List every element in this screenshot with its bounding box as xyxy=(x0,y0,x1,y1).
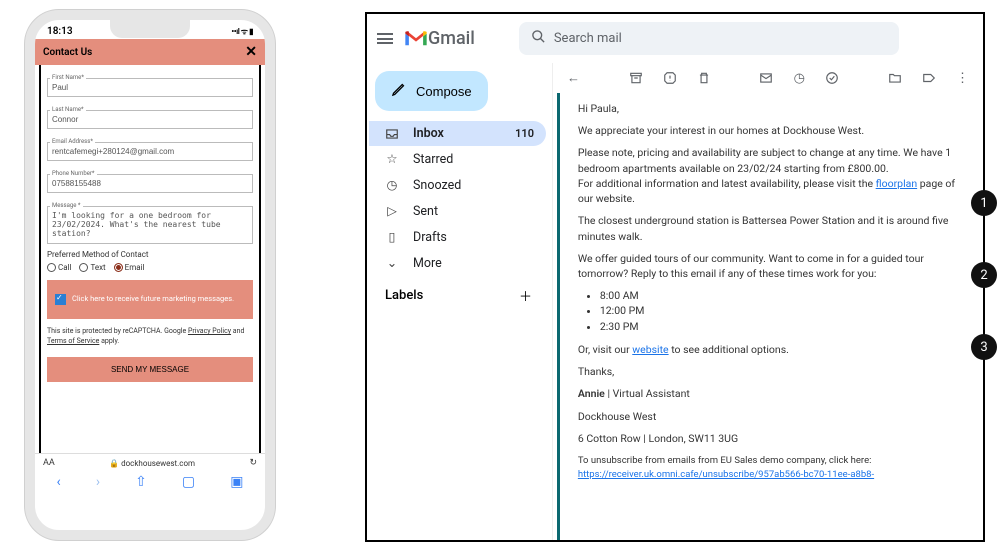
email-p3: The closest underground station is Batte… xyxy=(578,213,969,243)
privacy-policy-link[interactable]: Privacy Policy xyxy=(188,327,231,335)
recaptcha-notice: This site is protected by reCAPTCHA. Goo… xyxy=(47,327,253,347)
gmail-sidebar: Compose Inbox 110 ☆ Starred ◷ Snoozed ▷ … xyxy=(367,63,552,540)
inbox-icon xyxy=(385,127,399,141)
callout-badge-2: 2 xyxy=(971,262,997,288)
phone-label: Phone Number* xyxy=(50,170,97,177)
status-indicators: ••ıl ᯤ ▮ xyxy=(231,26,253,37)
add-task-icon[interactable] xyxy=(825,71,839,85)
radio-text[interactable]: Text xyxy=(79,263,105,272)
tos-link[interactable]: Terms of Service xyxy=(47,337,99,345)
unsubscribe-link[interactable]: https://receiver.uk.omni.cafe/unsubscrib… xyxy=(578,469,874,480)
message-toolbar: ← ◷ ⋮ xyxy=(553,63,983,93)
list-item: 2:30 PM xyxy=(600,319,969,334)
status-time: 18:13 xyxy=(47,26,73,37)
marketing-optin[interactable]: Click here to receive future marketing m… xyxy=(47,280,253,319)
gmail-logo: Gmail xyxy=(405,28,475,49)
contact-titlebar: Contact Us ✕ xyxy=(35,39,265,65)
plus-icon[interactable]: ＋ xyxy=(519,286,532,305)
hamburger-icon[interactable] xyxy=(377,31,393,47)
optin-label: Click here to receive future marketing m… xyxy=(72,294,234,305)
email-thanks: Thanks, xyxy=(578,364,969,379)
sidebar-item-inbox[interactable]: Inbox 110 xyxy=(369,121,546,146)
reload-icon[interactable]: ↻ xyxy=(249,458,257,468)
close-icon[interactable]: ✕ xyxy=(245,44,257,60)
back-arrow-icon[interactable]: ← xyxy=(567,71,580,85)
lock-icon: 🔒 xyxy=(109,459,119,468)
email-p4: We offer guided tours of our community. … xyxy=(578,251,969,281)
contact-form: First Name* Last Name* Email Address* Ph… xyxy=(39,65,261,453)
label-icon[interactable] xyxy=(922,71,936,85)
radio-email[interactable]: Email xyxy=(114,263,145,272)
forward-icon[interactable]: › xyxy=(96,474,100,490)
pencil-icon xyxy=(391,82,406,100)
list-item: 12:00 PM xyxy=(600,303,969,318)
sidebar-item-more[interactable]: ⌄ More xyxy=(369,250,546,276)
share-icon[interactable]: ⇧ xyxy=(135,474,147,490)
gmail-window: Gmail Search mail Compose Inbox 110 ☆ St… xyxy=(365,12,985,542)
chevron-down-icon: ⌄ xyxy=(385,255,399,271)
star-icon: ☆ xyxy=(385,151,399,167)
email-body: Hi Paula, We appreciate your interest in… xyxy=(560,93,983,540)
email-p2: Please note, pricing and availability ar… xyxy=(578,145,969,206)
safari-bottom-nav: ‹ › ⇧ ▢ ▣ xyxy=(35,470,265,494)
sidebar-item-drafts[interactable]: ▯ Drafts xyxy=(369,224,546,250)
inbox-count: 110 xyxy=(515,127,534,140)
list-item: 8:00 AM xyxy=(600,288,969,303)
sidebar-item-snoozed[interactable]: ◷ Snoozed xyxy=(369,172,546,198)
sidebar-item-sent[interactable]: ▷ Sent xyxy=(369,198,546,224)
sidebar-item-starred[interactable]: ☆ Starred xyxy=(369,146,546,172)
tabs-icon[interactable]: ▣ xyxy=(230,474,243,490)
drafts-icon: ▯ xyxy=(385,229,399,245)
search-placeholder: Search mail xyxy=(554,31,622,46)
delete-icon[interactable] xyxy=(697,71,711,85)
callout-badge-3: 3 xyxy=(971,334,997,360)
text-size-button[interactable]: AA xyxy=(43,458,55,468)
gmail-header: Gmail Search mail xyxy=(367,14,983,63)
radio-call[interactable]: Call xyxy=(47,263,71,272)
gmail-main: ← ◷ ⋮ Hi Paula, We appreciate your inter… xyxy=(552,63,983,540)
email-signature: Annie | Virtual Assistant Dockhouse West… xyxy=(578,386,969,446)
more-icon[interactable]: ⋮ xyxy=(956,71,969,85)
email-p1: We appreciate your interest in our homes… xyxy=(578,123,969,138)
unsubscribe-text: To unsubscribe from emails from EU Sales… xyxy=(578,454,969,482)
move-icon[interactable] xyxy=(888,71,902,85)
email-greeting: Hi Paula, xyxy=(578,101,969,116)
sent-icon: ▷ xyxy=(385,203,399,219)
website-link[interactable]: website xyxy=(632,343,668,356)
bookmarks-icon[interactable]: ▢ xyxy=(182,474,195,490)
spam-icon[interactable] xyxy=(663,71,677,85)
floorplan-link[interactable]: floorplan xyxy=(876,177,917,190)
phone-notch xyxy=(110,20,190,38)
search-input[interactable]: Search mail xyxy=(519,22,899,55)
checkbox-icon[interactable] xyxy=(55,294,66,305)
callout-badge-1: 1 xyxy=(971,190,997,216)
last-name-label: Last Name* xyxy=(50,106,86,113)
compose-button[interactable]: Compose xyxy=(375,71,488,111)
safari-url-bar: AA 🔒 dockhousewest.com ↻ xyxy=(35,453,265,470)
gmail-m-icon xyxy=(405,31,427,47)
phone-mockup: 18:13 ••ıl ᯤ ▮ Contact Us ✕ First Name* … xyxy=(25,10,275,540)
first-name-label: First Name* xyxy=(50,74,86,81)
send-message-button[interactable]: SEND MY MESSAGE xyxy=(47,357,253,382)
contact-title: Contact Us xyxy=(43,47,92,58)
labels-header[interactable]: Labels ＋ xyxy=(369,276,546,305)
message-label: Message * xyxy=(50,202,83,209)
email-p5: Or, visit our website to see additional … xyxy=(578,342,969,357)
back-icon[interactable]: ‹ xyxy=(57,474,61,490)
message-field[interactable]: I'm looking for a one bedroom for 23/02/… xyxy=(47,206,253,244)
gmail-logo-text: Gmail xyxy=(428,28,475,49)
archive-icon[interactable] xyxy=(629,71,643,85)
page-url: dockhousewest.com xyxy=(121,459,195,468)
email-label: Email Address* xyxy=(50,138,95,145)
clock-icon: ◷ xyxy=(385,177,399,193)
mark-unread-icon[interactable] xyxy=(759,71,773,85)
contact-method-label: Preferred Method of Contact xyxy=(47,250,253,259)
search-icon xyxy=(531,29,546,48)
snooze-icon[interactable]: ◷ xyxy=(793,71,805,85)
tour-times-list: 8:00 AM 12:00 PM 2:30 PM xyxy=(600,288,969,334)
